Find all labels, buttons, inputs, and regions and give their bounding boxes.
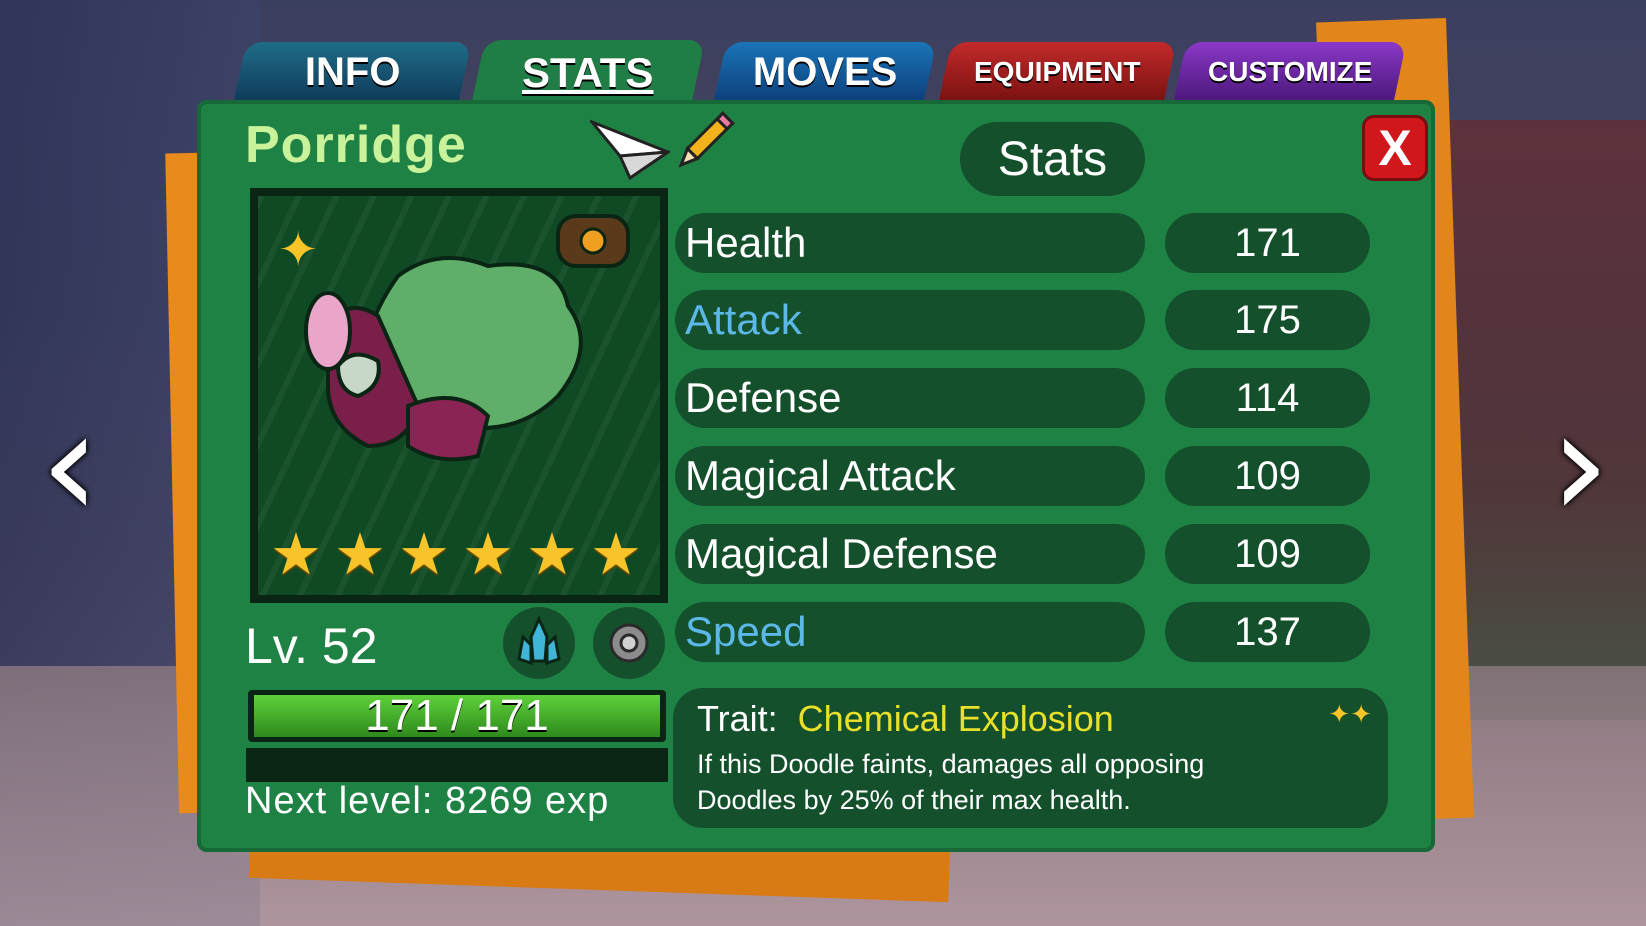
trait-name: Chemical Explosion — [797, 698, 1114, 739]
level-label: Lv. 52 — [245, 618, 378, 674]
doodle-image: ✦ — [278, 214, 630, 462]
trait-description-line: If this Doodle faints, damages all oppos… — [697, 749, 1205, 779]
tab-stats-label: STATS — [522, 49, 654, 96]
stat-value: 109 — [1165, 446, 1370, 506]
star-icon: ★ — [590, 520, 642, 588]
stat-row-magical-attack: Magical Attack 109 — [675, 446, 1375, 506]
pencil-icon[interactable] — [668, 108, 738, 178]
stat-name: Speed — [675, 602, 1145, 662]
hp-text: 171 / 171 — [365, 691, 549, 740]
stat-value: 114 — [1165, 368, 1370, 428]
doodle-name: Porridge — [245, 116, 467, 174]
ring-icon — [609, 623, 649, 663]
stat-value: 175 — [1165, 290, 1370, 350]
crystal-icon — [517, 615, 561, 666]
trait-stars-icon: ✦✦ — [1328, 700, 1372, 730]
tab-equipment-label: EQUIPMENT — [974, 56, 1141, 87]
tab-info[interactable]: INFO — [233, 42, 472, 102]
stat-value: 109 — [1165, 524, 1370, 584]
stat-name: Magical Attack — [675, 446, 1145, 506]
stat-row-defense: Defense 114 — [675, 368, 1375, 428]
stat-name: Health — [675, 213, 1145, 273]
stat-row-attack: Attack 175 — [675, 290, 1375, 350]
exp-bar — [246, 748, 668, 782]
stat-value: 137 — [1165, 602, 1370, 662]
trait-description: If this Doodle faints, damages all oppos… — [697, 746, 1364, 818]
close-button[interactable]: X — [1362, 115, 1428, 181]
trait-box: Trait: Chemical Explosion If this Doodle … — [673, 688, 1388, 828]
tab-info-label: INFO — [304, 49, 401, 94]
hp-bar: 171 / 171 — [248, 690, 666, 742]
tab-moves-label: MOVES — [752, 49, 898, 94]
star-icon: ★ — [398, 520, 450, 588]
stat-row-health: Health 171 — [675, 213, 1375, 273]
held-item-slot-icon[interactable] — [593, 607, 665, 679]
rarity-stars: ★ ★ ★ ★ ★ ★ — [270, 525, 642, 583]
tab-stats[interactable]: STATS — [470, 40, 706, 106]
stat-name: Attack — [675, 290, 1145, 350]
star-icon: ★ — [270, 520, 322, 588]
trait-description-line: Doodles by 25% of their max health. — [697, 785, 1131, 815]
tab-equipment[interactable]: EQUIPMENT — [938, 42, 1177, 102]
stat-value: 171 — [1165, 213, 1370, 273]
type-icon[interactable] — [503, 607, 575, 679]
paper-plane-icon[interactable] — [590, 112, 670, 182]
next-level-text: Next level: 8269 exp — [245, 780, 610, 822]
sparkle-icon: ✦ — [278, 222, 318, 278]
stat-name: Defense — [675, 368, 1145, 428]
star-icon: ★ — [526, 520, 578, 588]
tab-customize-label: CUSTOMIZE — [1207, 56, 1373, 87]
stat-name: Magical Defense — [675, 524, 1145, 584]
stat-row-magical-defense: Magical Defense 109 — [675, 524, 1375, 584]
next-doodle-arrow[interactable]: › — [1535, 378, 1625, 552]
star-icon: ★ — [462, 520, 514, 588]
stats-title: Stats — [960, 122, 1145, 196]
previous-doodle-arrow[interactable]: ‹ — [25, 378, 115, 552]
star-icon: ★ — [334, 520, 386, 588]
tab-moves[interactable]: MOVES — [713, 42, 937, 102]
trait-label: Trait: — [697, 698, 778, 739]
stat-row-speed: Speed 137 — [675, 602, 1375, 662]
tab-customize[interactable]: CUSTOMIZE — [1173, 42, 1407, 102]
